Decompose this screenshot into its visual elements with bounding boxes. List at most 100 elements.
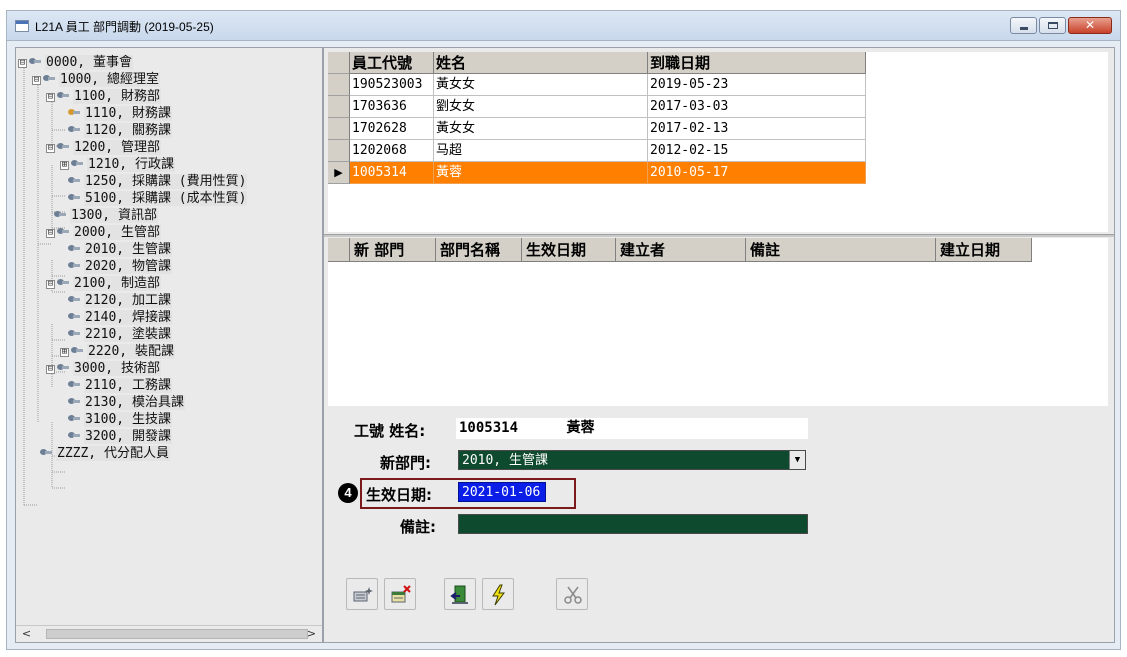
- department-icon: [57, 277, 69, 287]
- column-header[interactable]: 部門名稱: [436, 238, 522, 262]
- chevron-down-icon[interactable]: ▼: [789, 451, 805, 469]
- tree-node[interactable]: 2120, 加工課: [68, 292, 172, 309]
- scrollbar-thumb[interactable]: [46, 629, 308, 639]
- tree-node-label: 1250, 採購課 (費用性質): [84, 174, 248, 189]
- tree-horizontal-scrollbar[interactable]: < >: [16, 625, 322, 642]
- collapse-icon[interactable]: ⊟: [18, 59, 27, 68]
- cell-emp-id: 1202068: [350, 140, 434, 162]
- collapse-icon[interactable]: ⊟: [46, 144, 55, 153]
- cell-emp-id: 1702628: [350, 118, 434, 140]
- tree-node-label: 2100, 制造部: [73, 276, 161, 291]
- new-dept-select[interactable]: 2010, 生管課 ▼: [458, 450, 806, 470]
- cut-button[interactable]: [556, 578, 588, 610]
- tree-node[interactable]: ⊟ 1200, 管理部: [46, 139, 161, 156]
- exit-button[interactable]: [444, 578, 476, 610]
- tree-node[interactable]: 1250, 採購課 (費用性質): [68, 173, 248, 190]
- tree-node-label: 1210, 行政課: [87, 157, 175, 172]
- tree-node-label: 2140, 焊接課: [84, 310, 172, 325]
- row-indicator-header: [328, 52, 350, 74]
- tree-node[interactable]: 1300, 資訊部: [54, 207, 158, 224]
- tree-node-label: 3000, 技術部: [73, 361, 161, 376]
- employee-grid-header: 員工代號 姓名 到職日期: [328, 52, 868, 74]
- column-header[interactable]: 建立者: [616, 238, 746, 262]
- column-header[interactable]: 姓名: [434, 52, 648, 74]
- expand-icon[interactable]: ⊞: [60, 161, 69, 170]
- column-header[interactable]: 建立日期: [936, 238, 1032, 262]
- tree-node[interactable]: 2010, 生管課: [68, 241, 172, 258]
- tree-node[interactable]: ⊟ 1000, 總經理室: [32, 71, 160, 88]
- cell-hire-date: 2010-05-17: [648, 162, 866, 184]
- collapse-icon[interactable]: ⊟: [32, 76, 41, 85]
- column-header[interactable]: 員工代號: [350, 52, 434, 74]
- tree-node[interactable]: 5100, 採購課 (成本性質): [68, 190, 248, 207]
- tree-node-selected[interactable]: 1110, 財務課: [68, 105, 172, 122]
- tree-node[interactable]: ⊟ 2100, 制造部: [46, 275, 161, 292]
- tree-node[interactable]: ⊟ 2000, 生管部: [46, 224, 161, 241]
- tree-node-label: 3100, 生技課: [84, 412, 172, 427]
- history-grid-header: 新 部門 部門名稱 生效日期 建立者 備註 建立日期: [328, 238, 1036, 262]
- expand-icon[interactable]: ⊞: [60, 348, 69, 357]
- maximize-button[interactable]: [1039, 17, 1066, 34]
- window-controls: ✕: [1010, 17, 1112, 34]
- table-row[interactable]: 190523003 黃女女 2019-05-23: [328, 74, 868, 96]
- effective-date-label: 生效日期:: [366, 486, 432, 504]
- tree-node[interactable]: 3100, 生技課: [68, 411, 172, 428]
- close-icon: ✕: [1084, 18, 1096, 32]
- title-bar[interactable]: L21A 員工 部門調動 (2019-05-25) ✕: [7, 11, 1120, 41]
- scissors-icon: [564, 586, 582, 604]
- department-icon: [68, 192, 80, 202]
- note-label: 備註:: [400, 518, 436, 536]
- effective-date-input[interactable]: 2021-01-06: [458, 482, 546, 502]
- tree-node[interactable]: ⊞ 1210, 行政課: [60, 156, 175, 173]
- column-header[interactable]: 備註: [746, 238, 936, 262]
- close-button[interactable]: ✕: [1068, 17, 1112, 34]
- department-icon: [29, 56, 41, 66]
- window-title: L21A 員工 部門調動 (2019-05-25): [35, 20, 214, 34]
- add-record-button[interactable]: [346, 578, 378, 610]
- department-icon: [68, 396, 80, 406]
- delete-record-button[interactable]: [384, 578, 416, 610]
- cell-name: 马超: [434, 140, 648, 162]
- tree-node[interactable]: 2210, 塗裝課: [68, 326, 172, 343]
- column-header[interactable]: 到職日期: [648, 52, 866, 74]
- table-row-selected[interactable]: ▶ 1005314 黃蓉 2010-05-17: [328, 162, 868, 184]
- collapse-icon[interactable]: ⊟: [46, 93, 55, 102]
- column-header[interactable]: 生效日期: [522, 238, 616, 262]
- table-row[interactable]: 1703636 劉女女 2017-03-03: [328, 96, 868, 118]
- employee-grid[interactable]: 員工代號 姓名 到職日期 190523003 黃女女 2019-05-23 17…: [328, 52, 1108, 232]
- tree-node[interactable]: ⊞ 2220, 裝配課: [60, 343, 175, 360]
- pane-splitter[interactable]: [324, 234, 1114, 237]
- department-icon: [68, 124, 80, 134]
- minimize-button[interactable]: [1010, 17, 1037, 34]
- department-icon: [68, 311, 80, 321]
- scroll-left-icon[interactable]: <: [18, 626, 35, 642]
- note-input[interactable]: [458, 514, 808, 534]
- table-row[interactable]: 1702628 黃女女 2017-02-13: [328, 118, 868, 140]
- collapse-icon[interactable]: ⊟: [46, 365, 55, 374]
- employee-name: 黃蓉: [566, 420, 595, 436]
- department-tree[interactable]: ⊟ 0000, 董事會 ⊟ 1000, 總經理室 ⊟ 1100, 財務部 1110, …: [15, 47, 323, 643]
- collapse-icon[interactable]: ⊟: [46, 280, 55, 289]
- transfer-history-grid[interactable]: 新 部門 部門名稱 生效日期 建立者 備註 建立日期: [328, 238, 1108, 406]
- execute-button[interactable]: [482, 578, 514, 610]
- column-header[interactable]: 新 部門: [350, 238, 436, 262]
- tree-node[interactable]: 3200, 開發課: [68, 428, 172, 445]
- tree-node[interactable]: ⊟ 0000, 董事會: [18, 54, 133, 71]
- collapse-icon[interactable]: ⊟: [46, 229, 55, 238]
- cell-emp-id: 1005314: [350, 162, 434, 184]
- tree-node[interactable]: ⊟ 1100, 財務部: [46, 88, 161, 105]
- current-row-indicator-icon: ▶: [328, 162, 350, 184]
- tree-node[interactable]: 1120, 關務課: [68, 122, 172, 139]
- row-indicator: [328, 118, 350, 140]
- tree-node[interactable]: 2140, 焊接課: [68, 309, 172, 326]
- department-icon: [43, 73, 55, 83]
- table-row[interactable]: 1202068 马超 2012-02-15: [328, 140, 868, 162]
- employee-id: 1005314: [459, 420, 519, 436]
- tree-node-label: 2000, 生管部: [73, 225, 161, 240]
- tree-node[interactable]: 2110, 工務課: [68, 377, 172, 394]
- tree-node[interactable]: 2130, 模治具課: [68, 394, 185, 411]
- tree-node[interactable]: 2020, 物管課: [68, 258, 172, 275]
- tree-node[interactable]: ZZZZ, 代分配人員: [40, 445, 170, 462]
- scroll-right-icon[interactable]: >: [303, 626, 320, 642]
- tree-node[interactable]: ⊟ 3000, 技術部: [46, 360, 161, 377]
